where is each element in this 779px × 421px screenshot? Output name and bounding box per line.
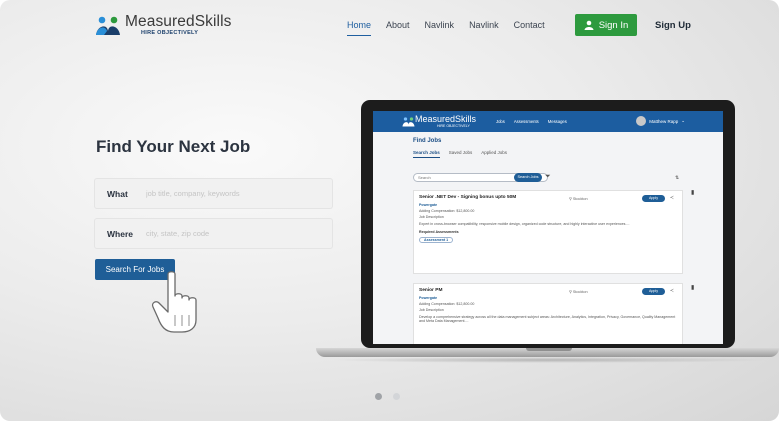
brand-logo-icon	[96, 16, 120, 35]
job-company: Powergate	[419, 296, 438, 300]
filter-icon: ⏷	[545, 173, 551, 180]
app-header: MeasuredSkills HIRE OBJECTIVELY Jobs Ass…	[373, 111, 723, 132]
apply-button: Apply	[642, 288, 665, 295]
app-tab-search-jobs: Search Jobs	[413, 150, 440, 158]
what-label: What	[107, 188, 128, 199]
app-nav-jobs: Jobs	[496, 119, 505, 124]
required-assessments-label: Required Assessments	[419, 230, 459, 235]
job-company: Powergate	[419, 203, 438, 207]
app-tabs: Search Jobs Saved Jobs Applied Jobs	[413, 150, 507, 158]
pointer-hand-icon	[151, 271, 197, 333]
share-icon: ≺	[669, 288, 674, 294]
carousel-dots	[375, 393, 400, 400]
app-nav: Jobs Assessments Messages	[496, 119, 567, 124]
nav-navlink-1[interactable]: Navlink	[425, 20, 455, 36]
nav-navlink-2[interactable]: Navlink	[469, 20, 499, 36]
brand-tagline: HIRE OBJECTIVELY	[141, 29, 199, 36]
chevron-down-icon: ⌄	[681, 118, 685, 123]
job-compensation: Adding Compensation: $12,800.00	[419, 302, 475, 306]
avatar	[636, 116, 647, 126]
bookmark-icon: ▮	[691, 285, 695, 291]
job-card: Senior PM ⚲ Stockton Apply ≺ Powergate A…	[413, 283, 683, 344]
app-nav-assessments: Assessments	[513, 119, 539, 124]
carousel-dot-2[interactable]	[393, 393, 400, 400]
assessment-badge: Assessment 1	[419, 236, 454, 243]
job-location: ⚲ Stockton	[569, 290, 588, 294]
app-tab-saved-jobs: Saved Jobs	[448, 150, 473, 155]
brand-logo[interactable]: MeasuredSkills HIRE OBJECTIVELY	[95, 14, 232, 36]
job-description-label: Job Description	[419, 308, 444, 313]
where-label: Where	[107, 228, 133, 239]
nav-home[interactable]: Home	[347, 20, 372, 36]
hero-title: Find Your Next Job	[96, 137, 251, 156]
nav-about[interactable]: About	[386, 20, 410, 36]
user-icon	[584, 20, 594, 30]
app-logo: MeasuredSkills HIRE OBJECTIVELY	[415, 114, 477, 128]
apply-button: Apply	[642, 195, 665, 202]
main-nav: Home About Navlink Navlink Contact	[347, 20, 560, 36]
nav-contact[interactable]: Contact	[514, 20, 545, 36]
app-user-menu: Matthew Rapp ⌄	[636, 116, 685, 126]
carousel-dot-1[interactable]	[375, 393, 382, 400]
job-compensation: Adding Compensation: $12,800.00	[419, 209, 475, 213]
app-search-button: Search Jobs	[514, 173, 542, 182]
sort-icon: ⇅	[675, 175, 680, 181]
job-title: Senior .NET Dev - Signing bonus upto 50M	[419, 195, 517, 200]
job-title: Senior PM	[419, 288, 443, 293]
where-input[interactable]	[144, 228, 318, 239]
landing-page: MeasuredSkills HIRE OBJECTIVELY Home Abo…	[0, 0, 779, 421]
what-field: What	[95, 179, 332, 208]
app-logo-icon	[402, 117, 415, 127]
laptop-notch	[526, 348, 572, 351]
share-icon: ≺	[669, 195, 674, 201]
sign-up-link[interactable]: Sign Up	[655, 20, 691, 31]
bookmark-icon: ▮	[691, 190, 695, 196]
sign-in-button[interactable]: Sign In	[575, 14, 637, 36]
app-tab-applied-jobs: Applied Jobs	[481, 150, 508, 155]
job-description-label: Job Description	[419, 215, 444, 220]
laptop-shadow	[330, 357, 770, 363]
sign-in-label: Sign In	[598, 19, 629, 31]
job-description: Expert in cross-browser compatibility, r…	[419, 221, 630, 226]
app-nav-messages: Messages	[547, 119, 567, 124]
job-description: Develop a comprehensive strategy across …	[419, 314, 676, 324]
where-field: Where	[95, 219, 332, 248]
app-page-title: Find Jobs	[413, 138, 442, 144]
job-location: ⚲ Stockton	[569, 197, 588, 201]
what-input[interactable]	[144, 188, 318, 199]
brand-name: MeasuredSkills	[125, 13, 232, 30]
job-card: Senior .NET Dev - Signing bonus upto 50M…	[413, 190, 683, 274]
laptop-screen: MeasuredSkills HIRE OBJECTIVELY Jobs Ass…	[373, 111, 723, 344]
app-user-name: Matthew Rapp	[649, 118, 679, 124]
